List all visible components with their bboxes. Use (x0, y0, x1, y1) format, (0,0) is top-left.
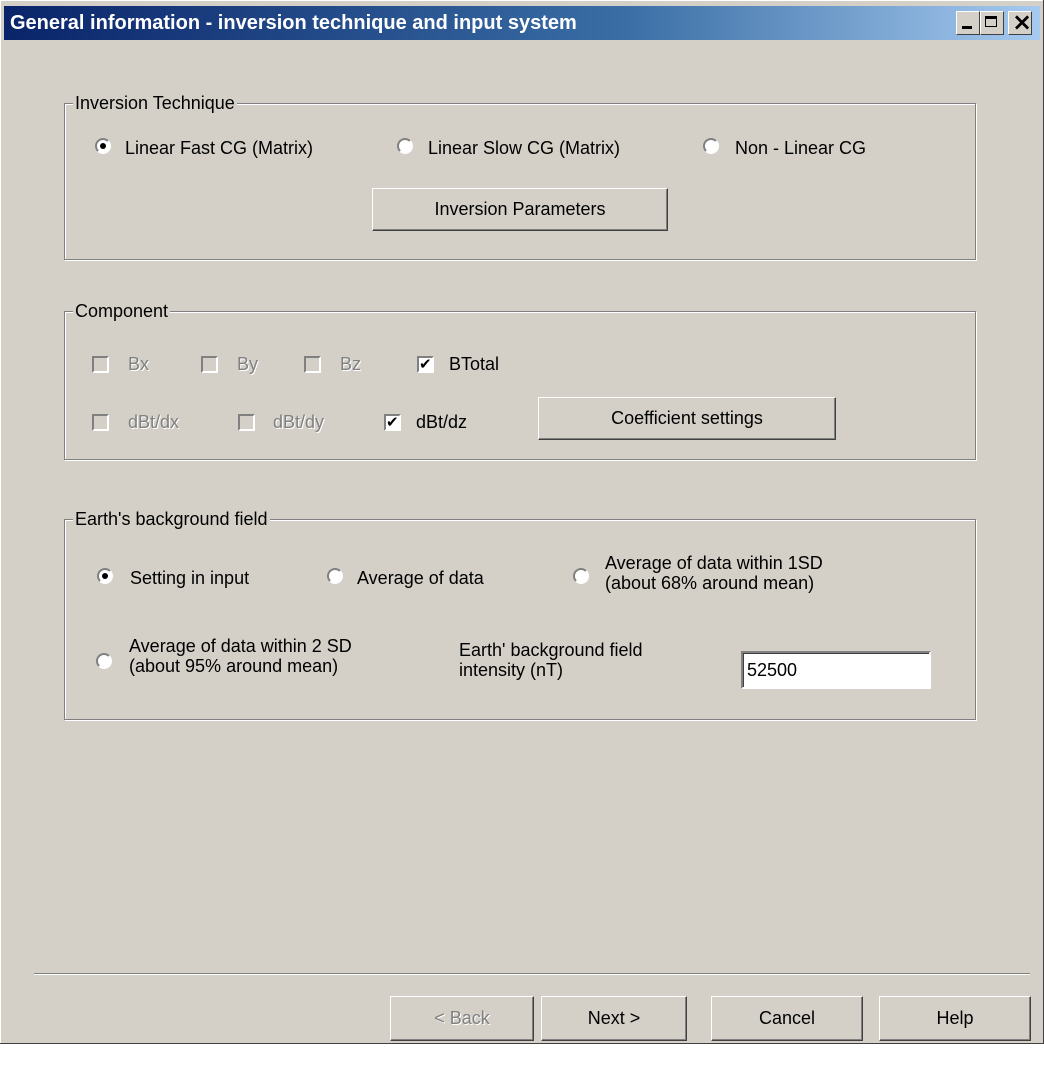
label-average-within-2sd[interactable]: Average of data within 2 SD (about 95% a… (129, 636, 389, 676)
minimize-button[interactable] (956, 11, 980, 35)
checkbox-btotal[interactable] (417, 355, 434, 373)
label-linear-slow-cg[interactable]: Linear Slow CG (Matrix) (428, 138, 620, 159)
label-bz: Bz (340, 354, 362, 374)
background-field-legend: Earth's background field (73, 509, 270, 530)
window-title: General information - inversion techniqu… (10, 12, 577, 34)
label-average-of-data[interactable]: Average of data (357, 568, 484, 589)
footer-separator (34, 973, 1030, 975)
next-button[interactable]: Next > (541, 996, 687, 1041)
coefficient-settings-button[interactable]: Coefficient settings (538, 397, 836, 440)
radio-linear-slow-cg[interactable] (397, 138, 413, 154)
label-non-linear-cg[interactable]: Non - Linear CG (735, 138, 866, 159)
back-button[interactable]: < Back (390, 996, 534, 1041)
label-setting-in-input[interactable]: Setting in input (130, 568, 249, 589)
checkbox-dbtdz[interactable] (384, 413, 401, 431)
radio-average-of-data[interactable] (327, 568, 343, 584)
title-bar[interactable]: General information - inversion techniqu… (4, 6, 1040, 40)
label-dbtdy: dBt/dy (273, 412, 325, 432)
label-average-within-1sd[interactable]: Average of data within 1SD (about 68% ar… (605, 553, 867, 593)
checkbox-dbtdy[interactable] (238, 414, 255, 431)
label-by: By (237, 354, 259, 374)
radio-non-linear-cg[interactable] (703, 138, 719, 154)
radio-linear-fast-cg[interactable] (95, 138, 111, 154)
maximize-button[interactable] (980, 11, 1004, 35)
radio-average-within-1sd[interactable] (573, 568, 589, 584)
help-button[interactable]: Help (879, 996, 1031, 1041)
background-field-group: Earth's background field Setting in inpu… (64, 509, 976, 720)
radio-setting-in-input[interactable] (97, 568, 113, 584)
label-bx: Bx (128, 354, 150, 374)
checkbox-by[interactable] (201, 356, 218, 373)
radio-average-within-2sd[interactable] (96, 653, 112, 669)
inversion-technique-legend: Inversion Technique (73, 93, 237, 114)
close-button[interactable] (1008, 8, 1032, 36)
checkbox-bx[interactable] (92, 356, 109, 373)
component-legend: Component (73, 301, 171, 322)
label-btotal[interactable]: BTotal (449, 354, 499, 375)
dialog-window: General information - inversion techniqu… (0, 0, 1044, 1044)
checkbox-dbtdx[interactable] (92, 414, 109, 431)
background-intensity-input[interactable] (741, 651, 931, 689)
label-linear-fast-cg[interactable]: Linear Fast CG (Matrix) (125, 138, 313, 159)
label-background-intensity: Earth' background field intensity (nT) (459, 640, 643, 680)
inversion-parameters-button[interactable]: Inversion Parameters (372, 188, 668, 231)
label-dbtdz[interactable]: dBt/dz (416, 412, 467, 433)
component-group: Component Bx By Bz BTotal dBt/dx dBt/dy … (64, 301, 976, 460)
checkbox-bz[interactable] (304, 356, 321, 373)
cancel-button[interactable]: Cancel (711, 996, 863, 1041)
inversion-technique-group: Inversion Technique Linear Fast CG (Matr… (64, 93, 976, 260)
label-dbtdx: dBt/dx (128, 412, 180, 432)
